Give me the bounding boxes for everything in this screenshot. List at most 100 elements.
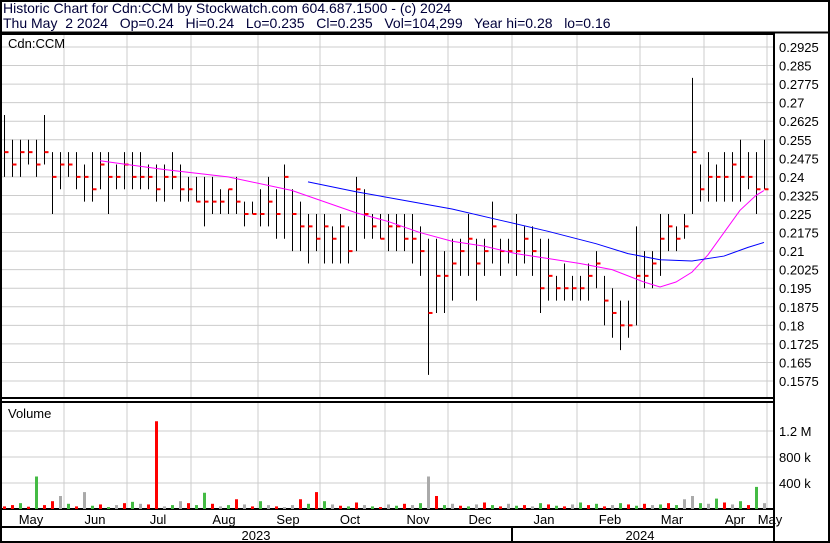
volume-bar (555, 505, 558, 509)
volume-bar (611, 505, 614, 509)
volume-bar (331, 504, 334, 509)
month-label: Nov (406, 512, 430, 527)
volume-bar (195, 505, 198, 509)
volume-bar (251, 506, 254, 509)
volume-bar (747, 505, 750, 509)
volume-label: Volume (8, 406, 51, 421)
volume-bar (427, 476, 430, 509)
volume-bar (531, 506, 534, 509)
volume-bar (283, 507, 286, 509)
volume-bar (363, 505, 366, 509)
price-tick-label: 0.21 (779, 244, 804, 259)
price-tick-label: 0.2925 (779, 40, 819, 55)
volume-bar (571, 504, 574, 509)
volume-bar (619, 503, 622, 509)
volume-bar (339, 505, 342, 509)
volume-bar (435, 496, 438, 509)
month-label: May (758, 512, 783, 527)
volume-bar (211, 503, 214, 509)
volume-bar (387, 504, 390, 509)
volume-bar (659, 504, 662, 509)
volume-bar (307, 503, 310, 509)
volume-bar (123, 503, 126, 509)
year-label: 2023 (242, 528, 271, 543)
volume-bar (139, 503, 142, 509)
volume-bar (3, 506, 6, 509)
volume-bar (587, 505, 590, 509)
price-tick-label: 0.2175 (779, 226, 819, 241)
volume-bar (67, 503, 70, 509)
volume-bar (755, 486, 758, 509)
volume-bar (323, 501, 326, 509)
volume-tick-label: 800 k (779, 450, 811, 465)
volume-bar (691, 496, 694, 509)
volume-bar (491, 505, 494, 509)
volume-tick-label: 400 k (779, 476, 811, 491)
volume-bar (699, 503, 702, 509)
volume-bar (683, 499, 686, 509)
volume-bar (723, 502, 726, 509)
volume-bar (131, 501, 134, 509)
price-tick-label: 0.2325 (779, 188, 819, 203)
volume-bar (443, 505, 446, 509)
volume-bar (235, 499, 238, 509)
volume-bar (27, 506, 30, 509)
volume-bar (179, 501, 182, 509)
volume-bar (379, 507, 382, 509)
volume-bar (411, 505, 414, 509)
volume-bar (155, 421, 158, 509)
volume-bar (627, 504, 630, 509)
outer-frame (0, 0, 830, 543)
price-tick-label: 0.2025 (779, 263, 819, 278)
volume-bar (595, 503, 598, 509)
volume-bar (83, 492, 86, 509)
month-label: Aug (212, 512, 235, 527)
month-label: Sep (276, 512, 299, 527)
price-tick-label: 0.195 (779, 281, 812, 296)
volume-bar (731, 504, 734, 509)
volume-bar (163, 506, 166, 509)
month-label: Oct (340, 512, 361, 527)
volume-bar (667, 503, 670, 509)
volume-bar (739, 501, 742, 509)
price-tick-label: 0.18 (779, 318, 804, 333)
volume-bar (403, 503, 406, 509)
volume-bar (227, 505, 230, 509)
price-tick-label: 0.165 (779, 355, 812, 370)
volume-bar (115, 505, 118, 509)
volume-bar (259, 501, 262, 509)
volume-bar (275, 506, 278, 509)
volume-bar (291, 505, 294, 509)
volume-bar (299, 499, 302, 509)
volume-bar (507, 503, 510, 509)
volume-bar (467, 506, 470, 509)
volume-bar (763, 503, 766, 509)
month-label: Apr (725, 512, 746, 527)
price-tick-label: 0.1725 (779, 337, 819, 352)
volume-bar (91, 505, 94, 509)
volume-bar (355, 502, 358, 509)
volume-bar (395, 505, 398, 509)
volume-bar (51, 501, 54, 509)
month-label: Feb (599, 512, 621, 527)
volume-bar (483, 502, 486, 509)
volume-bar (75, 506, 78, 509)
volume-bar (515, 505, 518, 509)
volume-bar (451, 503, 454, 509)
volume-tick-label: 1.2 M (779, 424, 812, 439)
volume-bar (219, 506, 222, 509)
price-tick-label: 0.255 (779, 133, 812, 148)
volume-bar (475, 504, 478, 509)
month-label: Jun (85, 512, 106, 527)
volume-bar (243, 504, 246, 509)
volume-bar (267, 505, 270, 509)
volume-bar (547, 504, 550, 509)
volume-bar (43, 505, 46, 509)
price-volume-chart: 0.2925 0.285 0.2775 0.27 0.2625 0.255 0.2475 0.… (0, 0, 830, 543)
volume-bar (171, 505, 174, 509)
volume-bar (59, 496, 62, 509)
price-tick-label: 0.225 (779, 207, 812, 222)
moving-average-long (307, 181, 765, 262)
price-tick-label: 0.1875 (779, 300, 819, 315)
moving-average-short (99, 160, 765, 288)
